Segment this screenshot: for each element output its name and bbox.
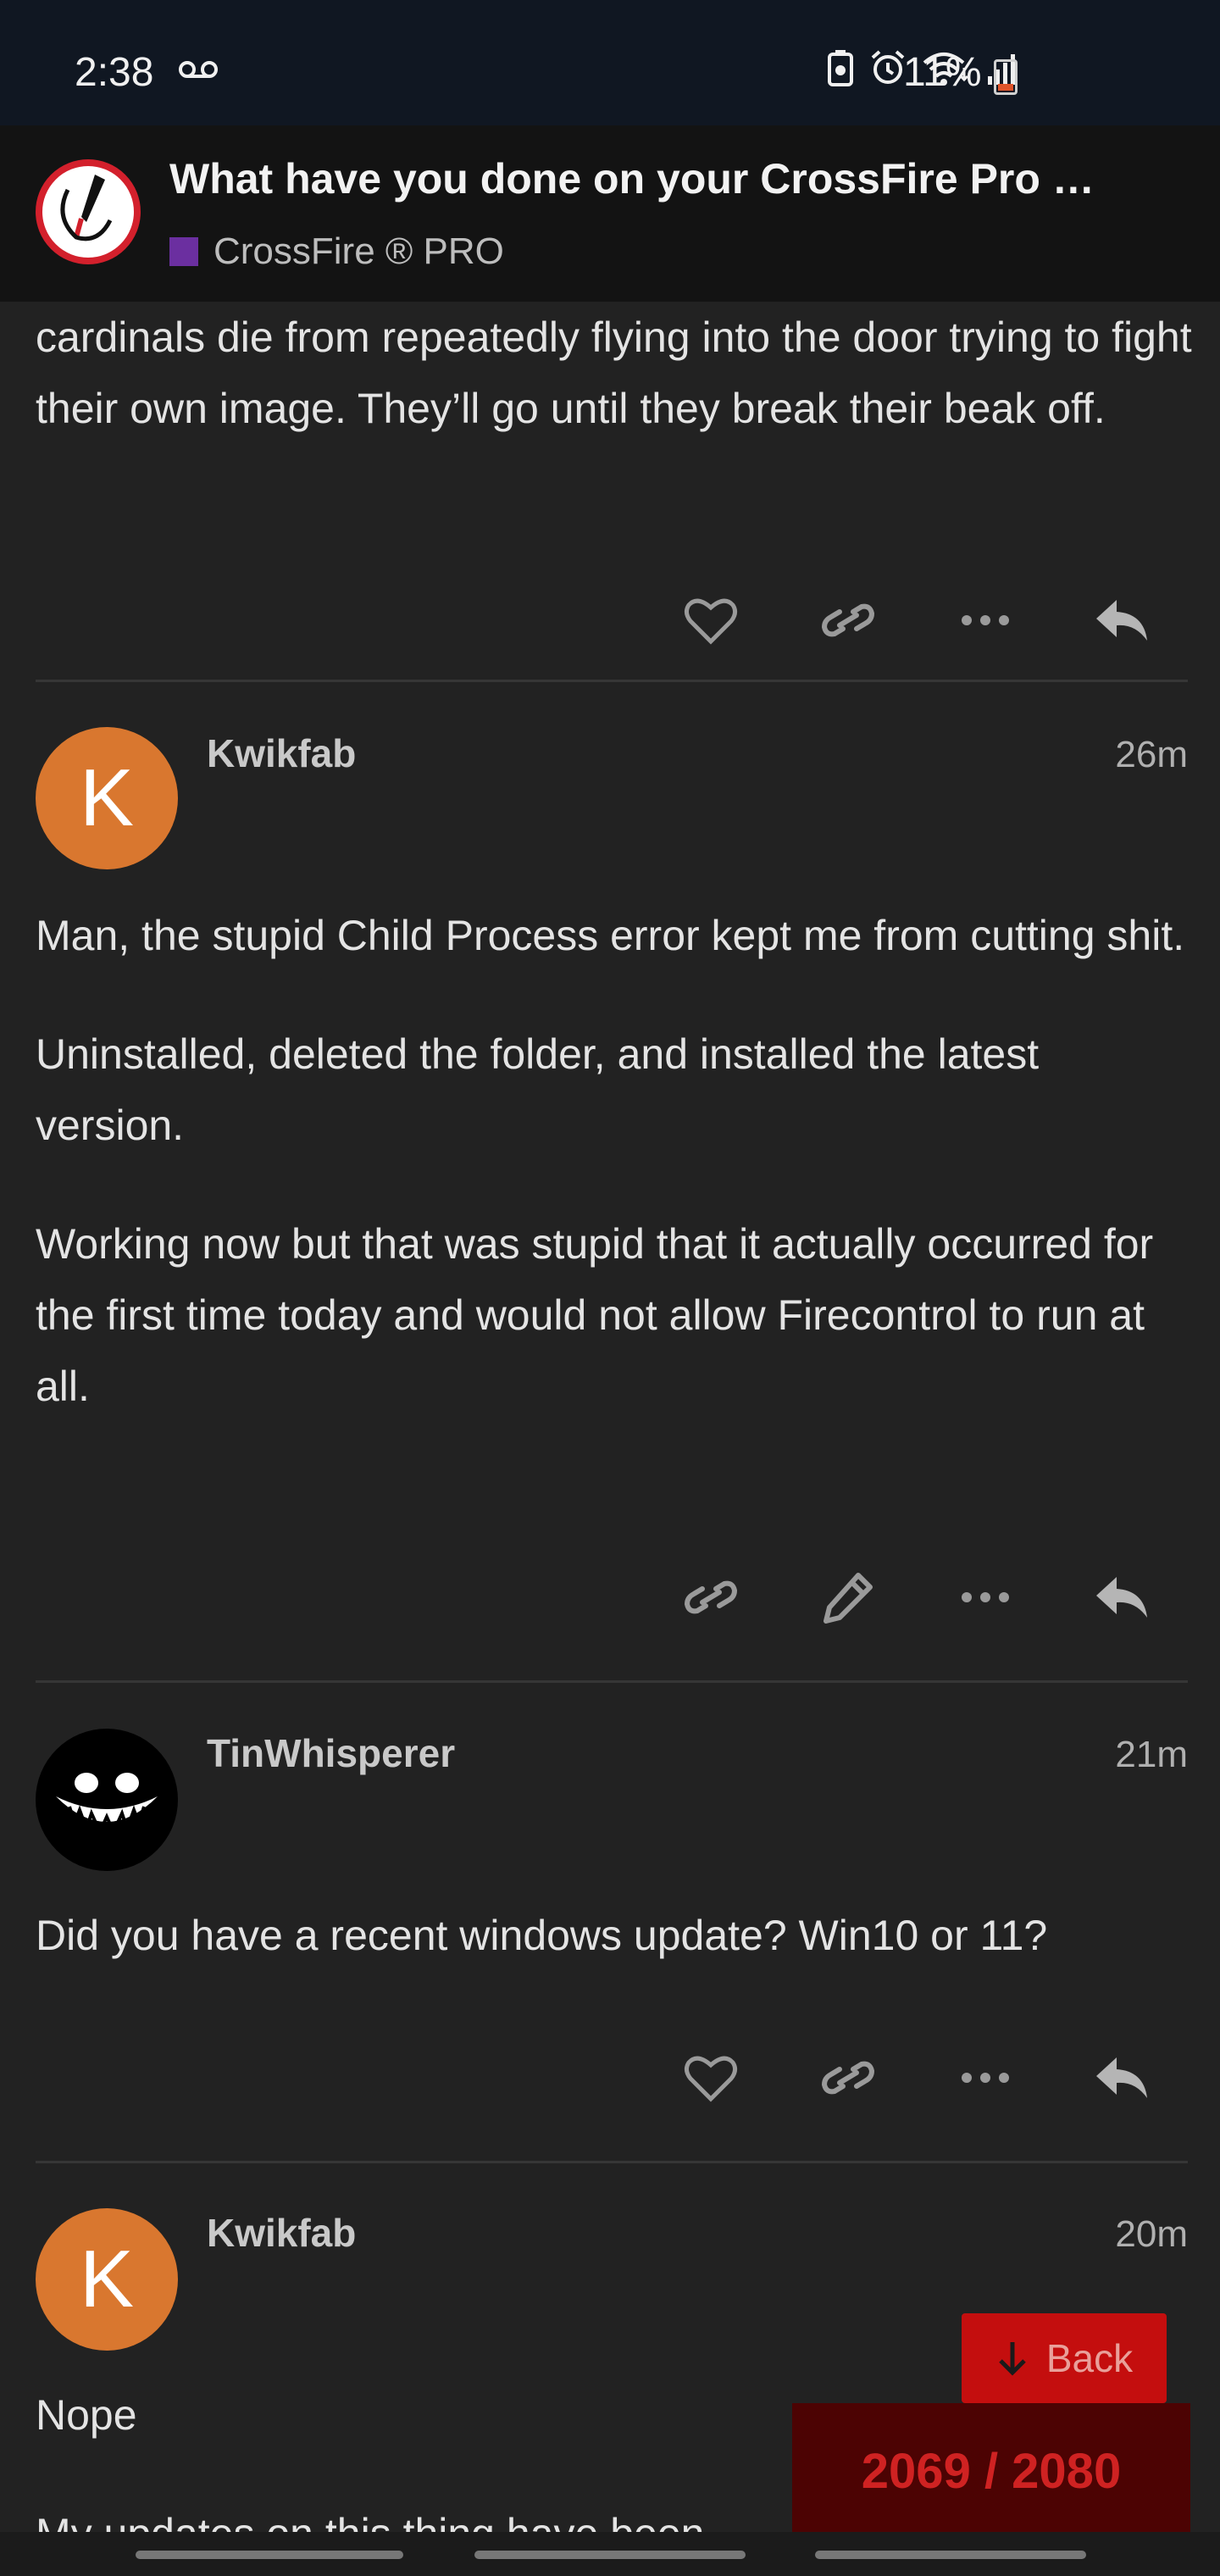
copy-link-button[interactable] — [801, 2042, 895, 2113]
post-actions — [664, 1562, 1169, 1633]
battery-percent: 11% — [903, 50, 982, 95]
post-time[interactable]: 21m — [1115, 1734, 1188, 1776]
battery-saver-icon — [827, 49, 854, 91]
battery-icon — [994, 59, 1018, 95]
grin-face-avatar-icon — [56, 1773, 158, 1836]
post-paragraph: Man, the stupid Child Process error kept… — [36, 912, 1185, 959]
reply-button[interactable] — [1076, 1562, 1169, 1633]
reply-button[interactable] — [1076, 585, 1169, 656]
post-actions — [664, 2042, 1169, 2113]
post-paragraph: Did you have a recent windows update? Wi… — [36, 1912, 1048, 1959]
post-body: Man, the stupid Child Process error kept… — [36, 900, 1196, 1422]
post-author[interactable]: Kwikfab — [207, 730, 356, 776]
link-icon — [821, 2061, 875, 2095]
back-label: Back — [1045, 2336, 1134, 2380]
reply-button[interactable] — [1076, 2042, 1169, 2113]
category-color-square — [169, 237, 198, 266]
link-icon — [684, 1580, 738, 1614]
more-icon — [962, 2073, 1009, 2083]
avatar-letter: K — [79, 2234, 135, 2324]
site-logo[interactable] — [36, 159, 141, 264]
post-divider — [36, 2161, 1188, 2163]
copy-link-button[interactable] — [801, 585, 895, 656]
post-body: Did you have a recent windows update? Wi… — [36, 1900, 1196, 1971]
timeline-progress[interactable]: 2069 / 2080 — [792, 2403, 1190, 2539]
progress-counter: 2069 / 2080 — [861, 2443, 1122, 2499]
reply-icon — [1096, 2057, 1147, 2098]
edit-button[interactable] — [801, 1562, 895, 1633]
category-badge[interactable]: CrossFire ® PRO — [169, 230, 504, 273]
alarm-icon — [869, 49, 907, 91]
post-paragraph: Working now but that was stupid that it … — [36, 1220, 1154, 1410]
avatar[interactable]: K — [36, 727, 178, 869]
reply-icon — [1096, 1577, 1147, 1618]
like-button[interactable] — [664, 585, 757, 656]
voicemail-icon — [178, 59, 219, 84]
post-divider — [36, 680, 1188, 682]
nav-handle[interactable] — [136, 2551, 403, 2559]
post-body: cardinals die from repeatedly flying int… — [36, 302, 1196, 444]
post-author[interactable]: TinWhisperer — [207, 1730, 455, 1776]
more-icon — [962, 615, 1009, 625]
edit-icon — [824, 1573, 873, 1624]
category-name: CrossFire ® PRO — [214, 230, 504, 272]
back-button[interactable]: Back — [962, 2313, 1167, 2403]
post-paragraph: cardinals die from repeatedly flying int… — [36, 314, 1192, 432]
more-button[interactable] — [939, 585, 1032, 656]
status-time: 2:38 — [75, 50, 154, 95]
arrow-down-icon — [999, 2342, 1026, 2376]
reply-icon — [1096, 600, 1147, 641]
more-button[interactable] — [939, 2042, 1032, 2113]
avatar[interactable]: K — [36, 2208, 178, 2351]
heart-icon — [684, 598, 738, 645]
topic-header[interactable]: What have you done on your CrossFire Pro… — [0, 125, 1220, 302]
post-paragraph: Uninstalled, deleted the folder, and ins… — [36, 1030, 1040, 1149]
heart-icon — [684, 2056, 738, 2102]
post-time[interactable]: 20m — [1115, 2213, 1188, 2256]
topic-title[interactable]: What have you done on your CrossFire Pro… — [169, 154, 1186, 203]
like-button[interactable] — [664, 2042, 757, 2113]
post-divider — [36, 1680, 1188, 1683]
navigation-bar — [0, 2532, 1220, 2576]
link-icon — [821, 603, 875, 637]
nav-handle[interactable] — [815, 2551, 1086, 2559]
post-actions — [664, 585, 1169, 656]
avatar-letter: K — [79, 752, 135, 843]
copy-link-button[interactable] — [664, 1562, 757, 1633]
avatar[interactable] — [36, 1729, 178, 1871]
post-time[interactable]: 26m — [1115, 734, 1188, 776]
more-button[interactable] — [939, 1562, 1032, 1633]
post-author[interactable]: Kwikfab — [207, 2210, 356, 2256]
status-bar: 2:38 11% — [0, 0, 1220, 125]
more-icon — [962, 1592, 1009, 1602]
nav-handle[interactable] — [474, 2551, 746, 2559]
